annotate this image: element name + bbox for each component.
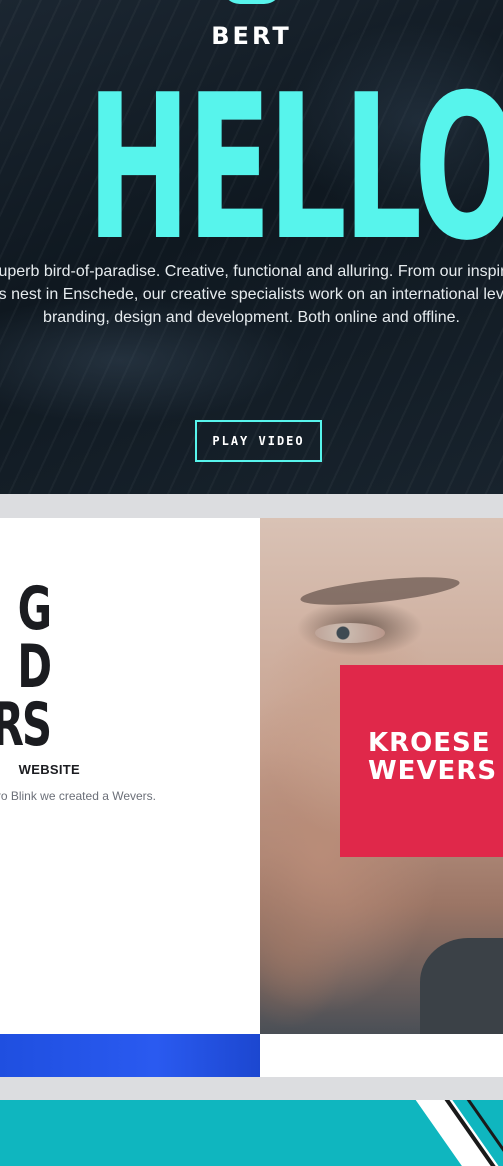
brand-logo-line: WEVERS — [368, 756, 498, 786]
case-title: G D RS — [0, 574, 52, 760]
brand-logo-line: KROESE — [368, 728, 491, 758]
case-portrait-image[interactable]: KROESE WEVERS — [260, 518, 503, 1034]
case-title-line: D — [17, 632, 52, 702]
portrait-eye — [315, 623, 385, 643]
case-title-line: G — [17, 574, 52, 644]
case-description: me for change. Even we all with Buro Bli… — [0, 789, 156, 803]
next-section — [0, 1100, 503, 1166]
portrait-jacket — [420, 938, 503, 1034]
hero-section: BERT HELLO A superb bird-of-paradise. Cr… — [0, 0, 503, 494]
case-footer-panel — [260, 1034, 503, 1077]
hero-brand-label: BERT — [211, 22, 292, 50]
portrait-eyebrow — [299, 571, 461, 611]
play-video-button[interactable]: PLAY VIDEO — [195, 420, 322, 462]
hero-description: A superb bird-of-paradise. Creative, fun… — [0, 263, 503, 326]
kroese-wevers-logo: KROESE WEVERS — [340, 665, 503, 857]
case-subtitle: WEBSITE — [18, 762, 80, 777]
case-title-line: RS — [0, 690, 52, 760]
case-card-text-panel[interactable]: G D RS WEBSITE me for change. Even we al… — [0, 518, 260, 1034]
case-accent-bar — [0, 1034, 260, 1077]
hero-headline: HELLO — [86, 52, 503, 285]
logo-mark-icon[interactable] — [222, 0, 282, 4]
